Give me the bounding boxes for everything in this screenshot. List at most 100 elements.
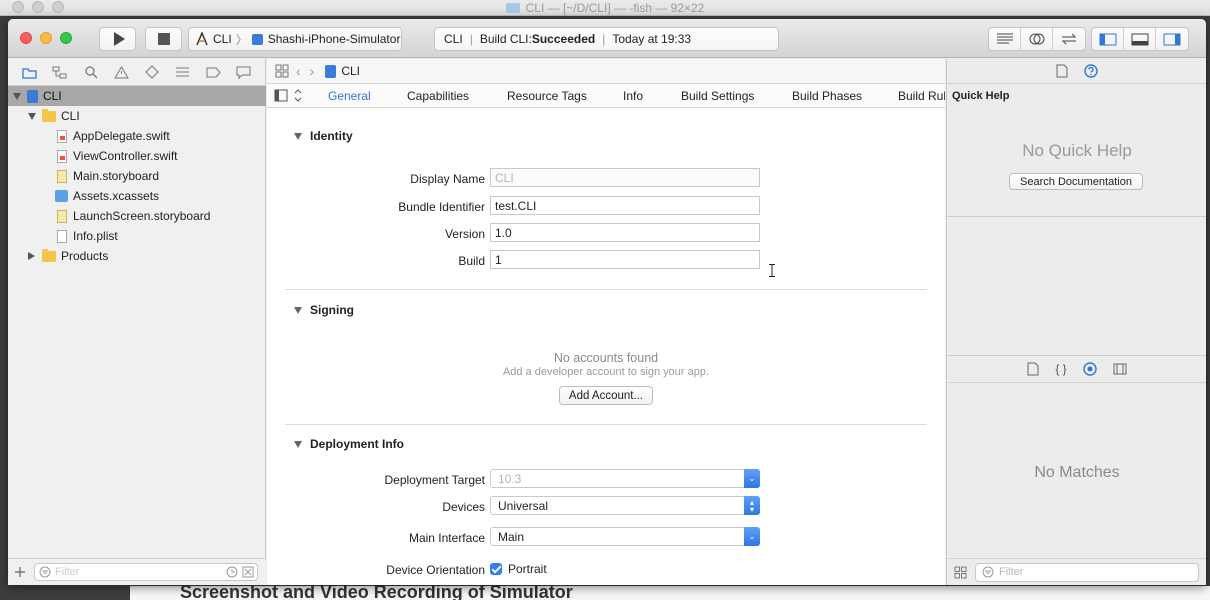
code-snippet-icon[interactable]: { } xyxy=(1055,362,1066,376)
tree-row-project[interactable]: CLI xyxy=(8,86,266,106)
jump-bar: ‹ › CLI xyxy=(267,59,945,84)
report-navigator-tab[interactable] xyxy=(236,64,252,80)
scheme-device: Shashi-iPhone-Simulator xyxy=(267,32,401,46)
left-panel-icon xyxy=(1099,33,1116,45)
debug-navigator-tab[interactable] xyxy=(174,64,190,80)
main-interface-combo[interactable]: Main ⌄ xyxy=(490,527,760,546)
simulator-icon xyxy=(251,33,263,45)
version-label: Version xyxy=(444,227,485,241)
portrait-checkbox[interactable]: Portrait xyxy=(490,562,547,576)
zoom-button[interactable] xyxy=(60,32,72,44)
project-editor: ‹ › CLI General Capabilities Resource Ta… xyxy=(267,59,945,585)
toggle-navigator-button[interactable] xyxy=(1092,28,1124,50)
object-library-icon[interactable] xyxy=(1082,362,1097,376)
quick-help-icon[interactable] xyxy=(1083,64,1098,78)
issue-navigator-tab[interactable] xyxy=(113,64,129,80)
back-arrow-icon[interactable]: ‹ xyxy=(296,63,301,79)
related-items-icon[interactable] xyxy=(275,64,289,78)
signing-header[interactable]: Signing xyxy=(294,303,354,317)
play-icon xyxy=(113,32,125,46)
activity-target: CLI xyxy=(444,32,463,46)
plist-file-icon xyxy=(57,229,67,243)
tab-general[interactable]: General xyxy=(328,89,371,103)
window-controls xyxy=(20,32,72,44)
chevron-down-icon[interactable]: ⌄ xyxy=(744,469,760,488)
assistant-editor-button[interactable] xyxy=(1021,28,1053,50)
filter-icon xyxy=(39,566,51,578)
no-quick-help-text: No Quick Help xyxy=(1022,141,1132,160)
diamond-icon xyxy=(145,65,159,79)
tree-row-file[interactable]: LaunchScreen.storyboard xyxy=(8,206,266,226)
library-filter-field[interactable]: Filter xyxy=(975,562,1199,582)
scheme-selector[interactable]: CLI 〉 Shashi-iPhone-Simulator xyxy=(188,27,402,51)
stop-button[interactable] xyxy=(145,27,182,51)
navigator-selector-bar xyxy=(8,59,265,86)
inspector-divider xyxy=(947,216,1206,217)
file-inspector-icon[interactable] xyxy=(1056,64,1068,78)
device-orientation-label: Device Orientation xyxy=(386,563,485,577)
right-panel-icon xyxy=(1163,33,1181,45)
tree-row-products[interactable]: Products xyxy=(8,246,266,266)
build-field[interactable]: 1 xyxy=(490,250,760,269)
bundle-identifier-field[interactable]: test.CLI xyxy=(490,196,760,215)
inspector-selector-bar xyxy=(947,59,1206,84)
up-down-chevron-icon: ▴ ▾ xyxy=(744,496,760,515)
minimize-button[interactable] xyxy=(40,32,52,44)
close-button[interactable] xyxy=(20,32,32,44)
add-icon[interactable] xyxy=(14,566,26,578)
tree-row-file[interactable]: ViewController.swift xyxy=(8,146,266,166)
search-documentation-button[interactable]: Search Documentation xyxy=(1009,173,1143,190)
tree-row-file[interactable]: Main.storyboard xyxy=(8,166,266,186)
disclosure-open-icon[interactable] xyxy=(28,112,36,120)
media-library-icon[interactable] xyxy=(1113,363,1127,375)
lines-icon xyxy=(996,33,1013,44)
tab-build-rules[interactable]: Build Rules xyxy=(898,89,945,103)
list-icon xyxy=(175,67,189,77)
version-field[interactable]: 1.0 xyxy=(490,223,760,242)
add-account-button[interactable]: Add Account... xyxy=(559,386,653,405)
identity-section: Identity Display Name CLI Bundle Identif… xyxy=(285,108,927,290)
activity-status: Succeeded xyxy=(531,32,596,46)
toolbar: CLI 〉 Shashi-iPhone-Simulator CLI | Buil… xyxy=(8,19,1206,58)
terminal-titlebar: CLI — [~/D/CLI] — -fish — 92×22 xyxy=(0,0,1210,16)
tab-build-settings[interactable]: Build Settings xyxy=(681,89,754,103)
run-button[interactable] xyxy=(99,27,136,51)
disclosure-closed-icon[interactable] xyxy=(28,252,35,260)
file-template-icon[interactable] xyxy=(1027,362,1039,376)
breakpoint-navigator-tab[interactable] xyxy=(205,64,221,80)
standard-editor-button[interactable] xyxy=(989,28,1021,50)
tab-build-phases[interactable]: Build Phases xyxy=(792,89,862,103)
toggle-inspector-button[interactable] xyxy=(1156,28,1188,50)
folder-icon xyxy=(42,248,56,262)
targets-list-toggle-icon[interactable] xyxy=(274,89,304,103)
disclosure-open-icon[interactable] xyxy=(13,92,21,100)
build-label: Build xyxy=(458,254,485,268)
tree-row-group[interactable]: CLI xyxy=(8,106,266,126)
editor-mode-segment xyxy=(988,27,1086,51)
grid-view-icon[interactable] xyxy=(954,566,967,579)
deployment-target-combo[interactable]: 10.3 ⌄ xyxy=(490,469,760,488)
project-navigator-tab[interactable] xyxy=(21,64,37,80)
tree-row-file[interactable]: AppDelegate.swift xyxy=(8,126,266,146)
scm-filter-icon[interactable] xyxy=(242,566,254,578)
deployment-info-header[interactable]: Deployment Info xyxy=(294,437,404,451)
breadcrumb[interactable]: CLI xyxy=(341,64,360,78)
tab-capabilities[interactable]: Capabilities xyxy=(407,89,469,103)
forward-arrow-icon[interactable]: › xyxy=(310,63,315,79)
tab-info[interactable]: Info xyxy=(623,89,643,103)
symbol-navigator-tab[interactable] xyxy=(52,64,68,80)
devices-popup[interactable]: Universal ▴ ▾ xyxy=(490,496,760,515)
recent-files-icon[interactable] xyxy=(226,566,238,578)
toggle-debug-button[interactable] xyxy=(1124,28,1156,50)
display-name-field[interactable]: CLI xyxy=(490,168,760,187)
bundle-identifier-label: Bundle Identifier xyxy=(398,200,485,214)
find-navigator-tab[interactable] xyxy=(83,64,99,80)
navigator-filter-field[interactable]: Filter xyxy=(34,563,258,581)
identity-header[interactable]: Identity xyxy=(294,129,353,143)
tree-row-file[interactable]: Info.plist xyxy=(8,226,266,246)
chevron-down-icon[interactable]: ⌄ xyxy=(744,527,760,546)
test-navigator-tab[interactable] xyxy=(144,64,160,80)
tree-row-file[interactable]: Assets.xcassets xyxy=(8,186,266,206)
tab-resource-tags[interactable]: Resource Tags xyxy=(507,89,587,103)
version-editor-button[interactable] xyxy=(1053,28,1085,50)
